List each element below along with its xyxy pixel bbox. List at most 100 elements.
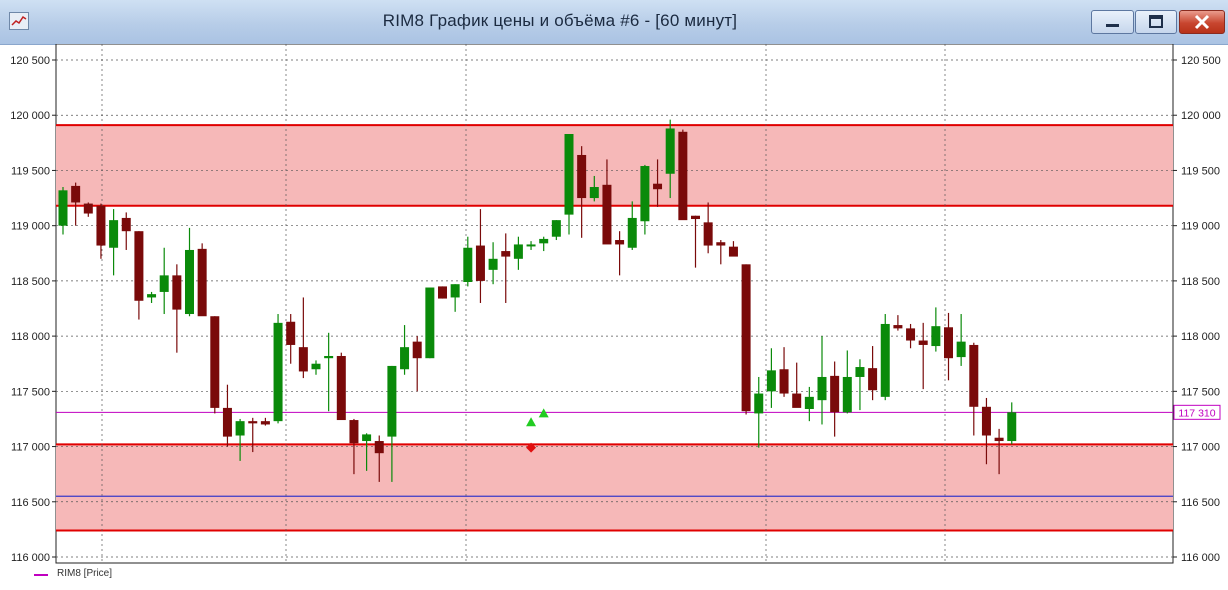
tick-label-left: 116 500 — [11, 497, 50, 509]
close-icon — [1194, 14, 1210, 30]
candle-body — [539, 238, 549, 244]
candle-body — [400, 347, 410, 370]
legend-swatch — [34, 574, 48, 576]
candle — [273, 314, 283, 424]
window-title: RIM8 График цены и объёма #6 - [60 минут… — [382, 11, 738, 30]
candle-body — [969, 344, 979, 407]
candle — [678, 129, 688, 221]
candle-body — [147, 294, 157, 298]
candle-body — [830, 375, 840, 413]
price-chart[interactable]: 120 500 120 500 120 000 120 000 119 500 119 5… — [0, 43, 1228, 585]
candle — [741, 264, 751, 415]
candle-body — [109, 220, 119, 248]
candle — [197, 243, 207, 317]
candle-body — [868, 368, 878, 391]
candle-body — [931, 326, 941, 347]
candle-body — [121, 217, 131, 232]
tick-label-right: 117 500 — [1181, 386, 1220, 398]
candle-body — [260, 421, 270, 425]
tick-label-left: 118 000 — [11, 331, 50, 343]
candle-body — [615, 240, 625, 245]
tick-label-left: 117 000 — [11, 442, 50, 454]
candle-body — [438, 286, 447, 299]
tick-label-right: 118 500 — [1181, 276, 1220, 288]
candle-body — [336, 355, 346, 421]
tick-label-right: 119 000 — [1181, 221, 1220, 233]
candle-body — [855, 367, 865, 377]
candle-body — [526, 244, 536, 247]
candle-body — [159, 275, 169, 292]
candle-body — [185, 249, 194, 315]
candle — [438, 286, 447, 299]
candle-body — [513, 244, 523, 259]
candle-body — [728, 246, 738, 257]
current-price-label: 117 310 — [1178, 407, 1215, 419]
tick-label-left: 119 000 — [11, 221, 50, 233]
candle — [425, 287, 435, 359]
candle-body — [71, 185, 81, 203]
tick-label-left: 120 000 — [10, 110, 50, 122]
maximize-button[interactable] — [1135, 10, 1177, 34]
price-zone-1 — [56, 125, 1173, 206]
candle-body — [779, 369, 789, 394]
tick-label-right: 120 000 — [1181, 110, 1221, 122]
candle — [210, 316, 220, 414]
candle-body — [627, 217, 637, 248]
candle-body — [374, 441, 384, 454]
candle-body — [248, 421, 258, 424]
tick-label-left: 119 500 — [11, 165, 50, 177]
candle-body — [981, 406, 991, 436]
candle-body — [349, 420, 359, 444]
candle-body — [817, 376, 827, 401]
candle — [336, 352, 346, 421]
candle-body — [501, 251, 511, 257]
candle — [880, 314, 890, 401]
tick-label-left: 117 500 — [11, 386, 50, 398]
candle-body — [577, 154, 587, 199]
candle-body — [210, 316, 220, 408]
chart-legend: RIM8 [Price] — [0, 565, 300, 585]
candle-body — [324, 355, 334, 359]
candle-body — [665, 128, 675, 174]
candle-body — [311, 363, 321, 370]
window-titlebar[interactable]: RIM8 График цены и объёма #6 - [60 минут… — [0, 0, 1228, 45]
candle-body — [906, 328, 916, 341]
candle-body — [172, 275, 182, 310]
candle-body — [273, 322, 283, 422]
chart-canvas[interactable]: 120 500 120 500 120 000 120 000 119 500 119 5… — [0, 43, 1228, 585]
candle-body — [551, 220, 561, 237]
legend-label: RIM8 [Price] — [57, 568, 113, 579]
candle-body — [463, 247, 473, 282]
candle-body — [893, 325, 903, 329]
price-zone-2 — [56, 444, 1173, 531]
candle-body — [691, 215, 700, 220]
maximize-icon — [1149, 15, 1163, 28]
candle-body — [766, 370, 776, 392]
candle-body — [589, 187, 599, 199]
candle-body — [197, 248, 207, 317]
candle-body — [425, 287, 435, 359]
candle-body — [96, 205, 106, 246]
candle-body — [564, 133, 574, 215]
candle-body — [842, 376, 852, 413]
candle-body — [703, 222, 713, 246]
tick-label-left: 120 500 — [10, 55, 50, 67]
candle-body — [918, 340, 928, 345]
candle-body — [235, 421, 245, 436]
tick-label-left: 118 500 — [11, 276, 50, 288]
candle-body — [640, 166, 650, 222]
candle-body — [994, 437, 1004, 442]
candle-body — [222, 407, 232, 437]
candle-body — [134, 231, 144, 301]
candle-body — [956, 341, 966, 358]
close-button[interactable] — [1179, 10, 1225, 34]
candle-body — [602, 184, 612, 245]
minimize-button[interactable] — [1091, 10, 1134, 34]
candle-body — [83, 203, 93, 214]
candle-body — [58, 190, 68, 226]
candle-body — [1007, 412, 1017, 442]
candle-body — [754, 393, 764, 414]
candle-body — [298, 347, 308, 372]
tick-label-right: 119 500 — [1181, 165, 1220, 177]
minimize-icon — [1106, 24, 1119, 27]
